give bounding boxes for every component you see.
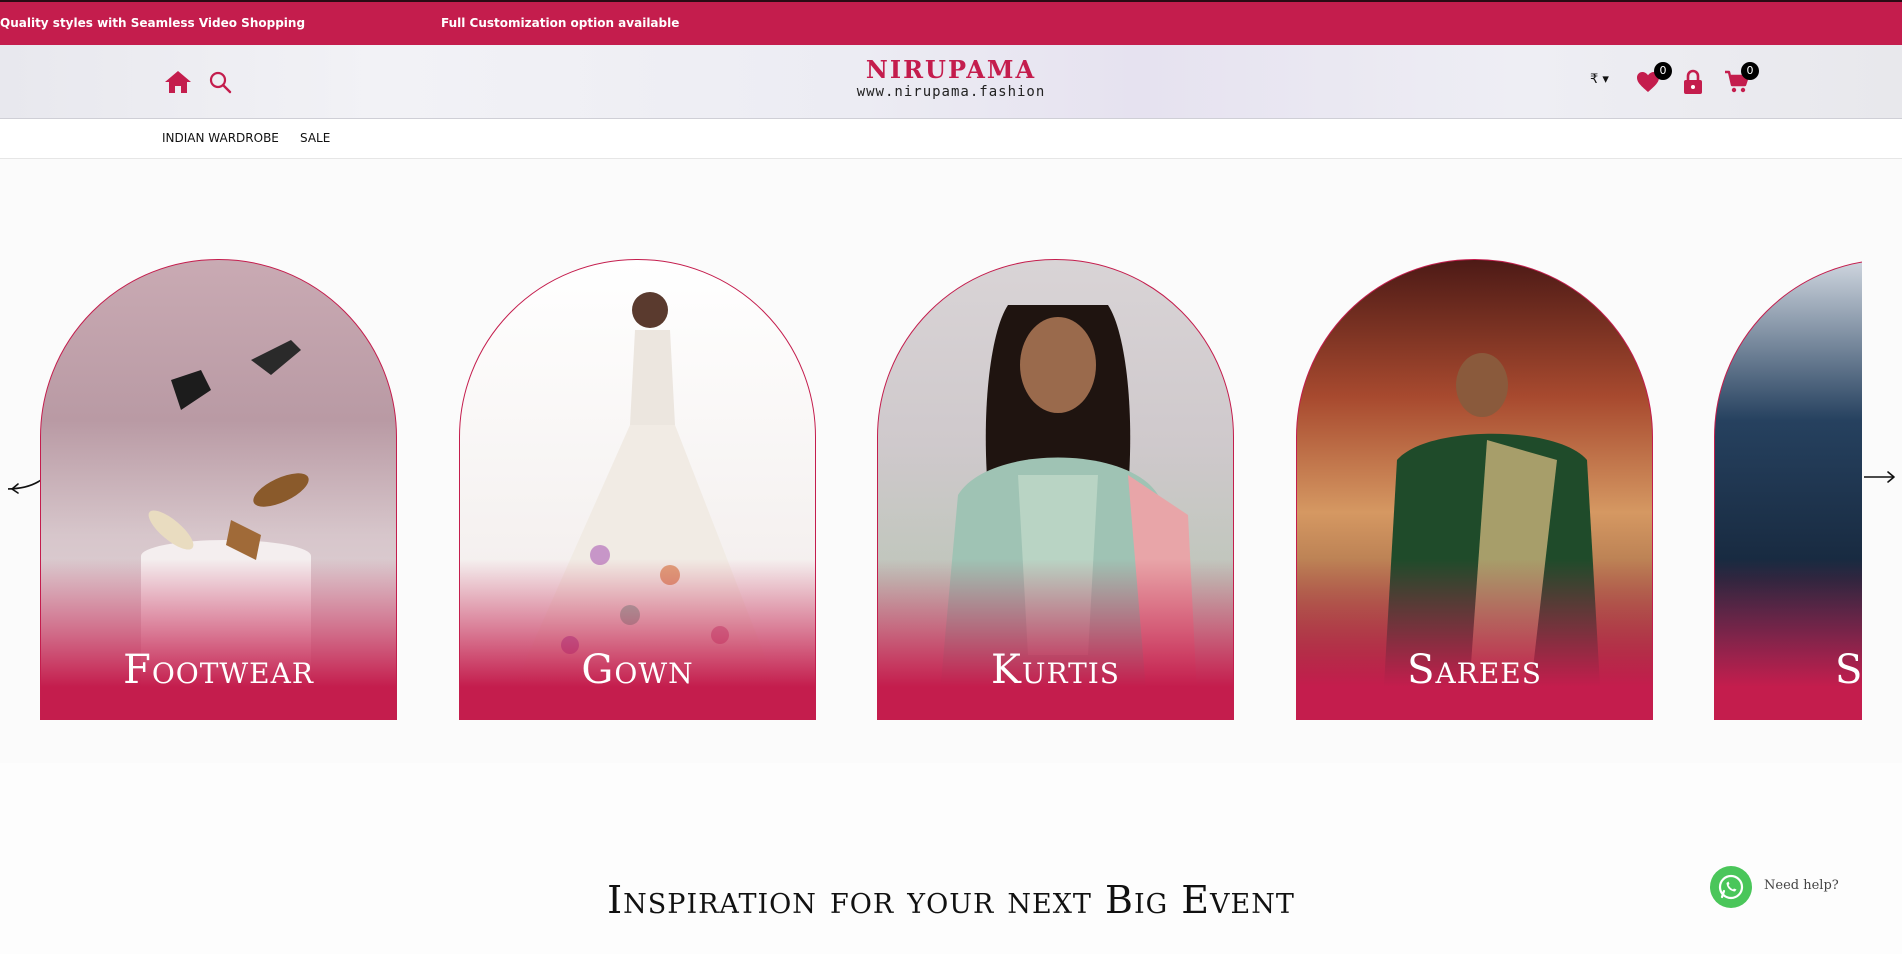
currency-selector[interactable]: ₹ ▾ <box>1590 72 1609 87</box>
announcement-message: Quality styles with Seamless Video Shopp… <box>0 16 306 30</box>
category-image: Footwear <box>40 259 397 720</box>
category-label: S <box>1835 647 1862 693</box>
category-card-kurtis[interactable]: Kurtis <box>877 259 1234 720</box>
site-header: NIRUPAMA www.nirupama.fashion ₹ ▾ 0 0 <box>0 45 1902 119</box>
nav-item-sale[interactable]: SALE <box>300 131 330 145</box>
category-image: Kurtis <box>877 259 1234 720</box>
section-heading: Inspiration for your next Big Event <box>607 878 1295 922</box>
category-label: Footwear <box>123 647 314 693</box>
site-logo[interactable]: NIRUPAMA www.nirupama.fashion <box>800 57 1102 101</box>
nav-item-indian-wardrobe[interactable]: INDIAN WARDROBE <box>162 131 279 145</box>
help-widget[interactable]: Need help? <box>1710 866 1870 908</box>
category-carousel: Footwear Gown Kurtis Sarees S <box>0 159 1902 763</box>
arrow-right-icon[interactable] <box>1860 459 1902 495</box>
category-image: Sarees <box>1296 259 1653 720</box>
cart-count-badge: 0 <box>1741 62 1759 80</box>
lock-icon[interactable] <box>1682 69 1704 95</box>
brand-url: www.nirupama.fashion <box>856 84 1046 100</box>
search-icon[interactable] <box>208 70 232 94</box>
main-nav: INDIAN WARDROBE SALE <box>0 119 1902 159</box>
shoes-image <box>148 340 309 560</box>
category-label: Kurtis <box>991 647 1120 693</box>
help-label[interactable]: Need help? <box>1764 878 1839 893</box>
wishlist-count-badge: 0 <box>1654 62 1672 80</box>
announcement-bar: Quality styles with Seamless Video Shopp… <box>0 0 1902 45</box>
category-image: Gown <box>459 259 816 720</box>
category-image: S <box>1714 259 1862 720</box>
category-card-footwear[interactable]: Footwear <box>40 259 397 720</box>
home-icon[interactable] <box>164 70 192 94</box>
category-card-sarees[interactable]: Sarees <box>1296 259 1653 720</box>
announcement-message: Full Customization option available <box>441 16 680 30</box>
brand-name: NIRUPAMA <box>865 55 1037 84</box>
category-card-gown[interactable]: Gown <box>459 259 816 720</box>
category-label: Sarees <box>1407 647 1542 693</box>
category-label: Gown <box>581 647 694 693</box>
category-card-partial[interactable]: S <box>1714 259 1862 720</box>
whatsapp-icon[interactable] <box>1710 866 1752 908</box>
